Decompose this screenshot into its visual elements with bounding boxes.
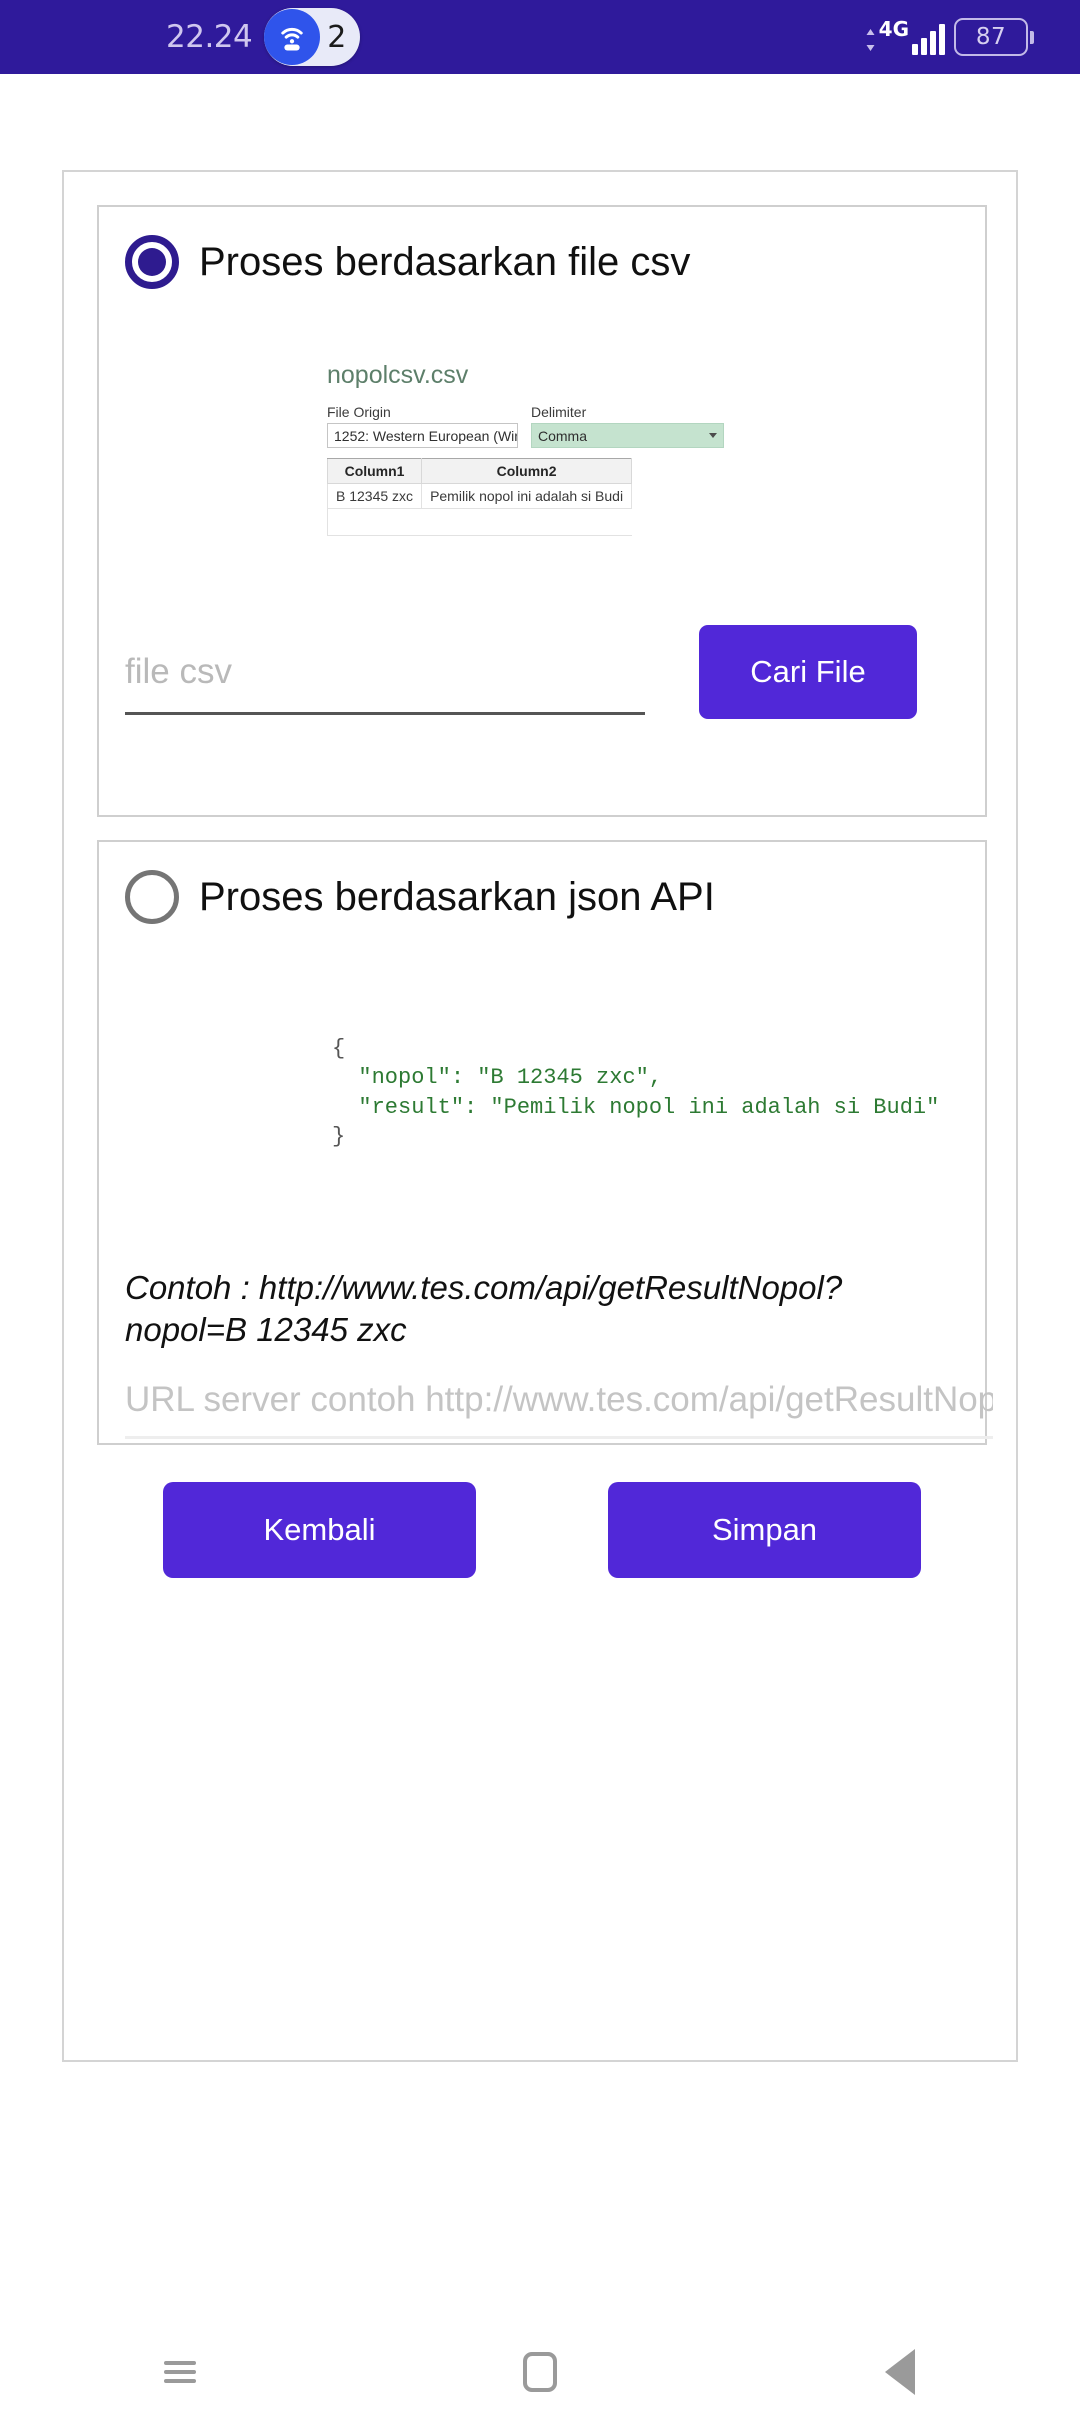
- csv-delimiter-label: Delimiter: [531, 404, 587, 420]
- save-button[interactable]: Simpan: [608, 1482, 921, 1578]
- csv-preview-delimiter: Delimiter Comma: [531, 404, 724, 448]
- battery-indicator: 87: [954, 18, 1034, 56]
- json-code-line: "result": "Pemilik nopol ini adalah si B…: [332, 1094, 940, 1120]
- back-button[interactable]: Kembali: [163, 1482, 476, 1578]
- home-icon-shape: [523, 2352, 557, 2392]
- status-bar: 22.24 2 4G 87: [0, 0, 1080, 74]
- csv-file-input-wrap: [125, 630, 645, 715]
- signal-indicator: 4G: [865, 19, 945, 55]
- status-clock: 22.24: [166, 19, 253, 55]
- form-container: Proses berdasarkan file csv nopolcsv.csv…: [62, 170, 1018, 2062]
- json-url-input[interactable]: [125, 1380, 993, 1439]
- signal-bars-icon: [912, 24, 945, 55]
- browse-file-button[interactable]: Cari File: [699, 625, 917, 719]
- csv-option-label: Proses berdasarkan file csv: [199, 239, 691, 284]
- csv-preview-file-origin: File Origin 1252: Western European (Wind…: [327, 404, 518, 448]
- table-cell: B 12345 zxc: [326, 483, 423, 509]
- csv-file-origin-value: 1252: Western European (Windows): [334, 427, 517, 444]
- recents-icon[interactable]: [120, 2337, 240, 2407]
- status-bar-left: 22.24 2: [166, 8, 361, 66]
- csv-delimiter-select: Comma: [531, 423, 724, 448]
- csv-file-input[interactable]: [125, 651, 645, 715]
- battery-tip: [1030, 30, 1034, 44]
- android-navigation-bar: [0, 2332, 1080, 2412]
- back-icon-shape: [885, 2349, 915, 2395]
- csv-file-origin-label: File Origin: [327, 404, 391, 420]
- csv-preview-illustration: nopolcsv.csv File Origin 1252: Western E…: [326, 361, 747, 536]
- battery-percent-label: 87: [975, 24, 1007, 50]
- network-type-label: 4G: [878, 17, 909, 41]
- json-example-text: Contoh : http://www.tes.com/api/getResul…: [125, 1269, 843, 1348]
- csv-radio-button[interactable]: [125, 235, 179, 289]
- json-code-line: "nopol": "B 12345 zxc",: [332, 1065, 663, 1091]
- table-column-header: Column1: [326, 458, 423, 484]
- hotspot-count: 2: [327, 19, 347, 55]
- recents-icon-lines: [164, 2356, 196, 2388]
- json-url-input-wrap: [125, 1380, 993, 1439]
- csv-preview-filename: nopolcsv.csv: [327, 361, 469, 389]
- hotspot-indicator: 2: [264, 8, 361, 66]
- home-icon[interactable]: [480, 2337, 600, 2407]
- table-cell: Pemilik nopol ini adalah si Budi: [421, 483, 633, 509]
- back-icon[interactable]: [840, 2337, 960, 2407]
- csv-preview-table: Column1 Column2 B 12345 zxc Pemilik nopo…: [326, 458, 633, 536]
- csv-file-origin-select: 1252: Western European (Windows): [327, 423, 518, 448]
- chevron-down-icon: [709, 433, 717, 438]
- csv-delimiter-value: Comma: [538, 427, 588, 444]
- battery-icon: 87: [954, 18, 1028, 56]
- json-option-label: Proses berdasarkan json API: [199, 874, 715, 919]
- json-option-card[interactable]: Proses berdasarkan json API { "nopol": "…: [97, 840, 993, 1445]
- csv-preview-fields: File Origin 1252: Western European (Wind…: [327, 404, 747, 448]
- status-bar-right: 4G 87: [865, 18, 1034, 56]
- json-radio-row[interactable]: Proses berdasarkan json API: [99, 842, 985, 924]
- json-code-sample: { "nopol": "B 12345 zxc", "result": "Pem…: [332, 1034, 939, 1151]
- table-header-row: Column1 Column2: [326, 458, 633, 484]
- json-radio-button[interactable]: [125, 870, 179, 924]
- csv-option-card[interactable]: Proses berdasarkan file csv nopolcsv.csv…: [97, 205, 987, 817]
- page-body: Proses berdasarkan file csv nopolcsv.csv…: [0, 74, 1080, 2332]
- csv-radio-row[interactable]: Proses berdasarkan file csv: [99, 207, 985, 289]
- table-cell-empty: [326, 508, 632, 536]
- data-transfer-arrows-icon: [865, 29, 876, 51]
- json-code-line: {: [332, 1036, 346, 1061]
- action-buttons: Kembali Simpan: [97, 1482, 987, 1578]
- table-row-empty: [326, 508, 632, 536]
- wifi-hotspot-icon: [264, 9, 321, 65]
- table-row: B 12345 zxc Pemilik nopol ini adalah si …: [326, 483, 633, 509]
- json-code-line: }: [332, 1123, 346, 1149]
- csv-file-row: Cari File: [125, 625, 965, 719]
- table-column-header: Column2: [421, 458, 633, 484]
